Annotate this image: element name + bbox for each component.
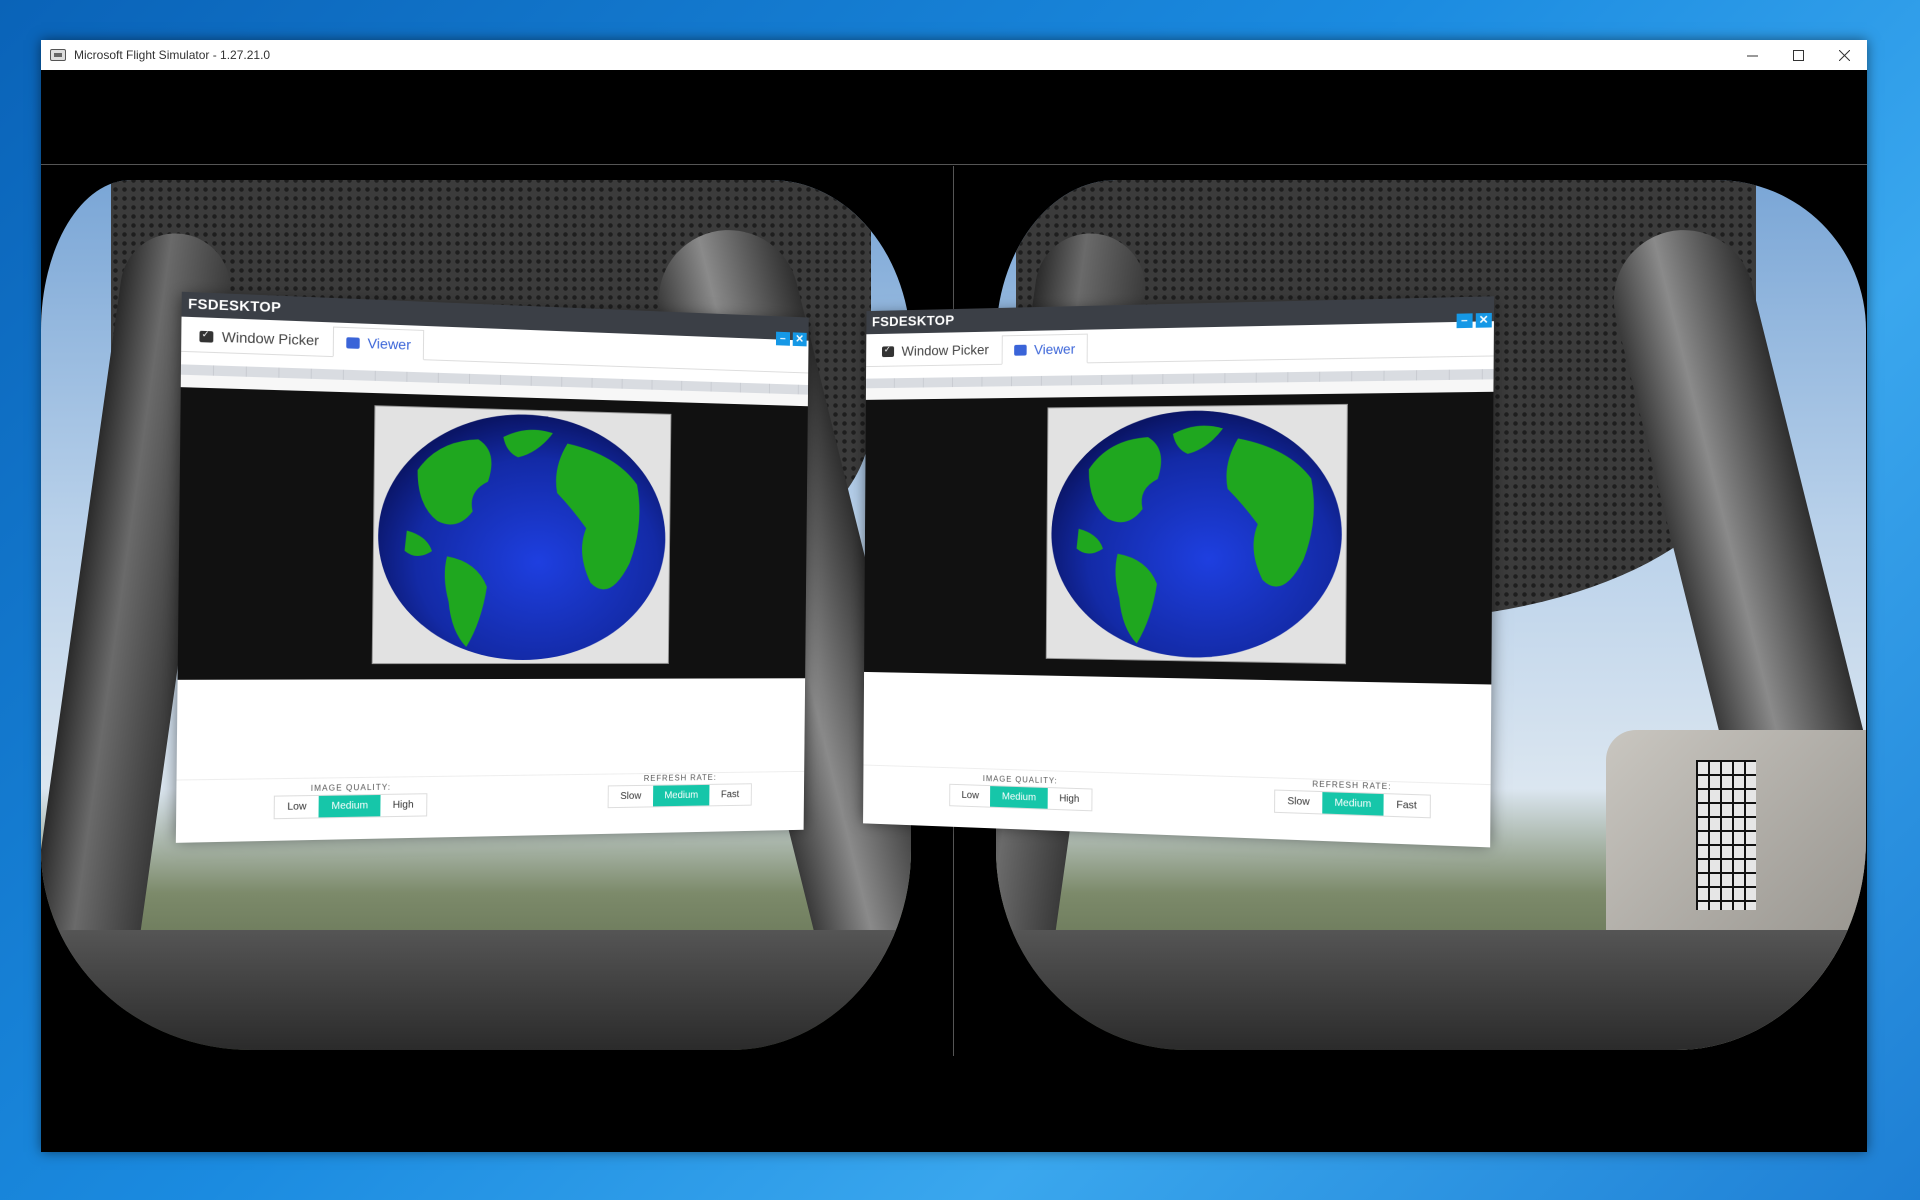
cockpit-floor — [996, 930, 1866, 1050]
fsdesktop-panel-right: FSDESKTOP – ✕ Window Picker Viewer — [863, 296, 1495, 848]
tab-label: Window Picker — [901, 341, 989, 359]
fsdesktop-title-text: FSDESKTOP — [871, 311, 955, 330]
instrument-panel — [1696, 760, 1756, 910]
image-quality-group: IMAGE QUALITY: Low Medium High — [949, 773, 1093, 812]
refresh-rate-selector: Slow Medium Fast — [1274, 789, 1431, 819]
tab-viewer[interactable]: Viewer — [332, 326, 425, 361]
panel-controls: – ✕ — [1456, 312, 1492, 329]
window-titlebar[interactable]: Microsoft Flight Simulator - 1.27.21.0 — [41, 40, 1867, 70]
quality-medium-button[interactable]: Medium — [990, 786, 1048, 809]
panel-close-button[interactable]: ✕ — [792, 332, 807, 347]
minimize-icon: – — [779, 332, 787, 345]
cockpit-floor — [41, 930, 911, 1050]
tab-label: Viewer — [1033, 340, 1076, 358]
refresh-rate-label: REFRESH RATE: — [1312, 779, 1392, 792]
minimize-icon — [1746, 55, 1758, 56]
refresh-slow-button[interactable]: Slow — [609, 786, 653, 807]
globe-icon — [1050, 408, 1343, 660]
captured-window-view[interactable] — [177, 387, 808, 680]
image-quality-label: IMAGE QUALITY: — [982, 774, 1058, 786]
refresh-rate-group: REFRESH RATE: Slow Medium Fast — [1274, 778, 1431, 819]
app-icon — [50, 49, 66, 61]
quality-medium-button[interactable]: Medium — [318, 794, 381, 818]
captured-window-view[interactable] — [864, 391, 1494, 685]
checkbox-icon — [199, 330, 214, 343]
folder-icon — [1013, 344, 1027, 356]
viewer-blank-area — [176, 678, 806, 781]
close-icon — [1838, 49, 1850, 61]
tab-viewer[interactable]: Viewer — [1001, 333, 1088, 365]
close-icon: ✕ — [1478, 313, 1489, 327]
refresh-rate-group: REFRESH RATE: Slow Medium Fast — [607, 773, 752, 809]
refresh-rate-label: REFRESH RATE: — [643, 773, 717, 783]
quality-low-button[interactable]: Low — [275, 796, 319, 818]
maximize-button[interactable] — [1775, 40, 1821, 70]
image-quality-group: IMAGE QUALITY: Low Medium High — [273, 782, 427, 820]
refresh-fast-button[interactable]: Fast — [1384, 794, 1430, 817]
top-black-band — [41, 70, 1867, 165]
tab-label: Viewer — [367, 334, 412, 353]
globe-image — [1045, 403, 1348, 665]
window-title: Microsoft Flight Simulator - 1.27.21.0 — [74, 48, 271, 62]
refresh-rate-selector: Slow Medium Fast — [607, 783, 752, 809]
panel-close-button[interactable]: ✕ — [1475, 312, 1492, 328]
quality-high-button[interactable]: High — [1048, 788, 1091, 810]
window-controls — [1729, 40, 1867, 70]
checkbox-icon — [881, 345, 895, 357]
image-quality-selector: Low Medium High — [949, 783, 1093, 812]
minimize-button[interactable] — [1729, 40, 1775, 70]
fsdesktop-panel-left: FSDESKTOP – ✕ Window Picker Viewer — [175, 291, 809, 843]
tab-window-picker[interactable]: Window Picker — [185, 320, 332, 356]
refresh-medium-button[interactable]: Medium — [1321, 792, 1384, 816]
maximize-icon — [1792, 49, 1804, 61]
image-quality-label: IMAGE QUALITY: — [310, 782, 392, 793]
quality-high-button[interactable]: High — [380, 794, 426, 816]
refresh-fast-button[interactable]: Fast — [710, 784, 751, 805]
panel-controls: – ✕ — [775, 331, 807, 347]
minimize-icon: – — [1461, 313, 1469, 327]
globe-image — [371, 405, 672, 665]
refresh-slow-button[interactable]: Slow — [1275, 791, 1322, 814]
folder-icon — [345, 336, 360, 349]
panel-minimize-button[interactable]: – — [1456, 313, 1473, 329]
tab-label: Window Picker — [221, 328, 320, 349]
tab-window-picker[interactable]: Window Picker — [870, 334, 1002, 366]
quality-low-button[interactable]: Low — [950, 785, 990, 807]
image-quality-selector: Low Medium High — [273, 793, 427, 820]
panel-minimize-button[interactable]: – — [775, 331, 791, 346]
globe-icon — [376, 409, 667, 660]
fsdesktop-title-text: FSDESKTOP — [187, 295, 282, 316]
close-button[interactable] — [1821, 40, 1867, 70]
close-icon: ✕ — [795, 332, 805, 345]
refresh-medium-button[interactable]: Medium — [652, 784, 710, 807]
